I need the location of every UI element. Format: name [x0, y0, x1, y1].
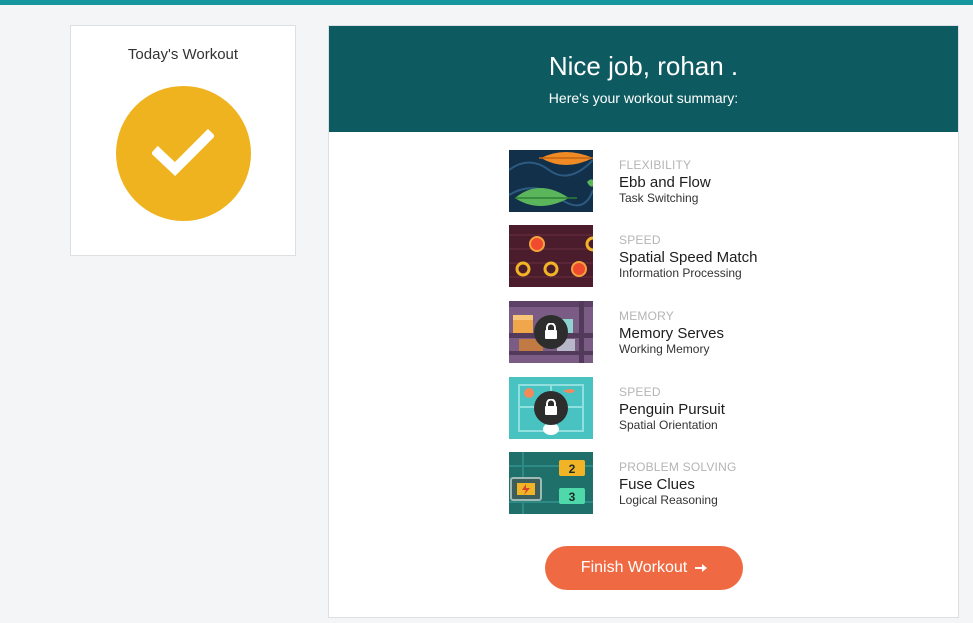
- game-category: MEMORY: [619, 309, 674, 323]
- game-name: Ebb and Flow: [619, 174, 711, 191]
- game-skill: Logical Reasoning: [619, 493, 718, 507]
- game-name: Fuse Clues: [619, 476, 695, 493]
- game-item-spatial-speed-match[interactable]: SPEED Spatial Speed Match Information Pr…: [509, 225, 839, 287]
- game-item-fuse-clues[interactable]: 2 3 PROBLEM SOLVING Fuse Clues Logical R…: [509, 452, 839, 514]
- game-category: SPEED: [619, 233, 661, 247]
- game-item-memory-serves[interactable]: MEMORY Memory Serves Working Memory: [509, 301, 839, 363]
- game-name: Penguin Pursuit: [619, 401, 725, 418]
- game-skill: Spatial Orientation: [619, 418, 718, 432]
- summary-subtitle: Here's your workout summary:: [548, 90, 739, 106]
- fuse-icon: 2 3: [509, 452, 593, 514]
- game-skill: Working Memory: [619, 342, 710, 356]
- todays-workout-card: Today's Workout: [70, 25, 296, 256]
- fuse-clue-number-2: 2: [569, 462, 576, 476]
- arrow-right-icon: [695, 564, 708, 572]
- finish-workout-label: Finish Workout: [580, 559, 688, 576]
- lock-icon: [545, 399, 557, 415]
- game-name: Memory Serves: [619, 325, 725, 342]
- checkmark-icon: [152, 128, 214, 176]
- locked-badge: [534, 391, 568, 425]
- completed-check-badge: [116, 86, 251, 221]
- todays-workout-title: Today's Workout: [127, 46, 239, 63]
- game-category: FLEXIBILITY: [619, 158, 692, 172]
- game-skill: Information Processing: [619, 266, 742, 280]
- fuse-clue-number-3: 3: [569, 490, 576, 504]
- game-item-penguin-pursuit[interactable]: SPEED Penguin Pursuit Spatial Orientatio…: [509, 377, 839, 439]
- workout-summary-panel: Nice job, rohan . Here's your workout su…: [328, 25, 959, 618]
- game-item-ebb-and-flow[interactable]: FLEXIBILITY Ebb and Flow Task Switching: [509, 150, 839, 212]
- top-accent-bar: [0, 0, 973, 5]
- game-name: Spatial Speed Match: [619, 249, 758, 266]
- locked-badge: [534, 315, 568, 349]
- game-thumbnail: [509, 301, 593, 363]
- game-skill: Task Switching: [619, 191, 699, 205]
- summary-header: Nice job, rohan . Here's your workout su…: [329, 26, 958, 132]
- game-thumbnail: [509, 377, 593, 439]
- finish-workout-button[interactable]: Finish Workout: [545, 546, 743, 590]
- game-category: PROBLEM SOLVING: [619, 460, 737, 474]
- leaves-icon: [509, 150, 593, 212]
- game-thumbnail: [509, 150, 593, 212]
- game-thumbnail: 2 3: [509, 452, 593, 514]
- greeting-heading: Nice job, rohan .: [548, 51, 739, 81]
- circles-icon: [509, 225, 593, 287]
- lock-icon: [545, 323, 557, 339]
- game-thumbnail: [509, 225, 593, 287]
- game-category: SPEED: [619, 385, 661, 399]
